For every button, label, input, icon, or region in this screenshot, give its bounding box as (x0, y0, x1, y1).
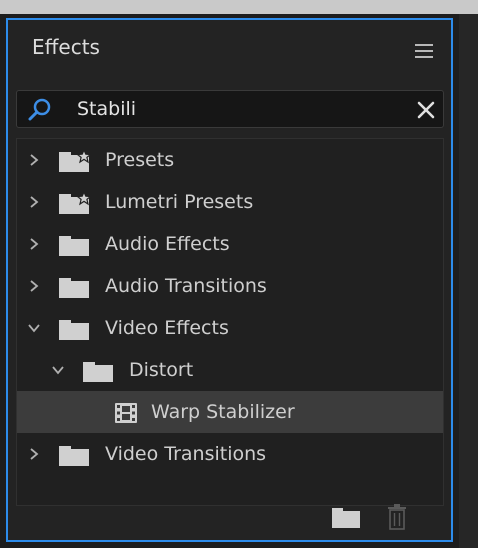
tree-item-video-transitions[interactable]: Video Transitions (17, 433, 443, 475)
adjacent-panel-edge (459, 14, 478, 548)
chevron-down-icon[interactable] (51, 363, 65, 377)
tree-item-label: Presets (105, 149, 175, 171)
search-icon (28, 98, 51, 121)
chevron-right-icon[interactable] (27, 153, 41, 167)
panel-title: Effects (32, 35, 100, 59)
panel-header: Effects (8, 20, 451, 80)
effects-panel: Effects Presets (6, 18, 453, 542)
preset-folder-icon (59, 150, 93, 172)
tree-item-warp-stabilizer[interactable]: Warp Stabilizer (17, 391, 443, 433)
chevron-right-icon[interactable] (27, 279, 41, 293)
folder-icon (59, 446, 89, 466)
tree-item-label: Audio Transitions (105, 275, 267, 297)
search-box (16, 90, 444, 128)
tree-item-label: Warp Stabilizer (151, 401, 295, 423)
tree-item-label: Video Effects (105, 317, 229, 339)
tree-item-presets[interactable]: Presets (17, 139, 443, 181)
chevron-right-icon[interactable] (27, 447, 41, 461)
preset-folder-icon (59, 192, 93, 214)
search-input[interactable] (77, 97, 397, 121)
folder-icon (83, 362, 113, 382)
tree-item-video-effects[interactable]: Video Effects (17, 307, 443, 349)
new-bin-icon[interactable] (332, 506, 360, 528)
tree-item-lumetri-presets[interactable]: Lumetri Presets (17, 181, 443, 223)
tree-item-audio-transitions[interactable]: Audio Transitions (17, 265, 443, 307)
chevron-right-icon[interactable] (27, 237, 41, 251)
tree-item-label: Video Transitions (105, 443, 267, 465)
window-top-strip (0, 0, 478, 14)
tree-item-label: Distort (129, 359, 194, 381)
trash-icon[interactable] (387, 504, 407, 530)
tree-item-label: Audio Effects (105, 233, 230, 255)
folder-icon (59, 320, 89, 340)
chevron-down-icon[interactable] (27, 321, 41, 335)
panel-menu-icon[interactable] (415, 44, 433, 58)
effect-icon (115, 403, 137, 423)
clear-search-icon[interactable] (415, 99, 437, 121)
chevron-right-icon[interactable] (27, 195, 41, 209)
folder-icon (59, 278, 89, 298)
tree-item-audio-effects[interactable]: Audio Effects (17, 223, 443, 265)
effects-tree: Presets Lumetri Presets Audio Effects Au… (16, 138, 444, 506)
tree-item-distort[interactable]: Distort (17, 349, 443, 391)
tree-item-label: Lumetri Presets (105, 191, 254, 213)
folder-icon (59, 236, 89, 256)
